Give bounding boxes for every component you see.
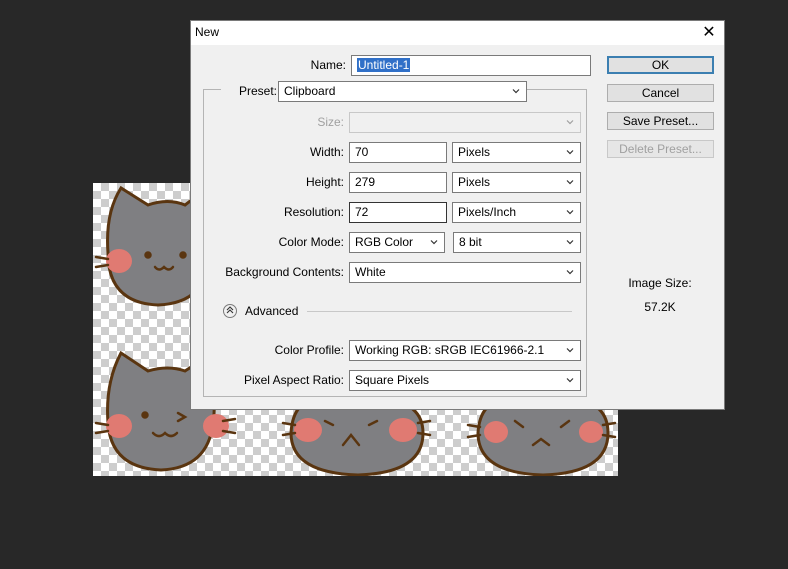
pixel-aspect-ratio-select[interactable]: Square Pixels [349, 370, 581, 391]
background-contents-label: Background Contents: [225, 265, 344, 279]
bit-depth-value: 8 bit [459, 235, 482, 249]
advanced-toggle-icon[interactable] [223, 304, 237, 318]
width-unit-select[interactable]: Pixels [452, 142, 581, 163]
chevron-down-icon [566, 180, 574, 185]
height-input[interactable]: 279 [349, 172, 447, 193]
chevron-up-icon [226, 306, 234, 314]
preset-select-value: Clipboard [284, 84, 336, 98]
background-contents-select[interactable]: White [349, 262, 581, 283]
chevron-down-icon [566, 270, 574, 275]
new-document-dialog: New ✕ Name: Untitled-1 Preset: Clipboard… [190, 20, 725, 410]
chevron-down-icon [430, 240, 438, 245]
resolution-input-value: 72 [355, 205, 369, 219]
cancel-button[interactable]: Cancel [607, 84, 714, 102]
height-unit-value: Pixels [458, 175, 491, 189]
color-mode-value: RGB Color [355, 235, 414, 249]
dialog-title: New [195, 25, 220, 39]
chevron-down-icon [512, 89, 520, 94]
chevron-down-icon [566, 210, 574, 215]
name-input[interactable]: Untitled-1 [351, 55, 591, 76]
height-input-value: 279 [355, 175, 376, 189]
height-label: Height: [305, 175, 344, 189]
chevron-down-icon [566, 240, 574, 245]
color-profile-label: Color Profile: [274, 343, 344, 357]
chevron-down-icon [566, 348, 574, 353]
width-label: Width: [309, 145, 344, 159]
preset-select[interactable]: Clipboard [278, 81, 527, 102]
resolution-unit-value: Pixels/Inch [458, 205, 517, 219]
color-profile-select[interactable]: Working RGB: sRGB IEC61966-2.1 [349, 340, 581, 361]
ok-button[interactable]: OK [607, 56, 714, 74]
pixel-aspect-ratio-label: Pixel Aspect Ratio: [243, 373, 344, 387]
bit-depth-select[interactable]: 8 bit [453, 232, 581, 253]
close-icon[interactable]: ✕ [700, 24, 718, 42]
save-preset-button[interactable]: Save Preset... [607, 112, 714, 130]
color-profile-value: Working RGB: sRGB IEC61966-2.1 [355, 343, 545, 357]
background-contents-value: White [355, 265, 386, 279]
pixel-aspect-ratio-value: Square Pixels [355, 373, 430, 387]
resolution-unit-select[interactable]: Pixels/Inch [452, 202, 581, 223]
size-label: Size: [317, 115, 344, 129]
resolution-input[interactable]: 72 [349, 202, 447, 223]
chevron-down-icon [566, 150, 574, 155]
width-input-value: 70 [355, 145, 369, 159]
chevron-down-icon [566, 120, 574, 125]
dialog-titlebar: New ✕ [191, 21, 724, 45]
name-label: Name: [310, 58, 346, 72]
preset-label: Preset: [221, 84, 281, 98]
delete-preset-button: Delete Preset... [607, 140, 714, 158]
name-input-value: Untitled-1 [357, 58, 411, 72]
advanced-label[interactable]: Advanced [245, 304, 298, 318]
advanced-divider [307, 311, 572, 312]
width-input[interactable]: 70 [349, 142, 447, 163]
color-mode-label: Color Mode: [278, 235, 344, 249]
chevron-down-icon [566, 378, 574, 383]
width-unit-value: Pixels [458, 145, 491, 159]
image-size-value: 57.2K [644, 300, 676, 314]
size-select [349, 112, 581, 133]
color-mode-select[interactable]: RGB Color [349, 232, 445, 253]
image-size-label: Image Size: [628, 276, 692, 290]
height-unit-select[interactable]: Pixels [452, 172, 581, 193]
resolution-label: Resolution: [283, 205, 344, 219]
